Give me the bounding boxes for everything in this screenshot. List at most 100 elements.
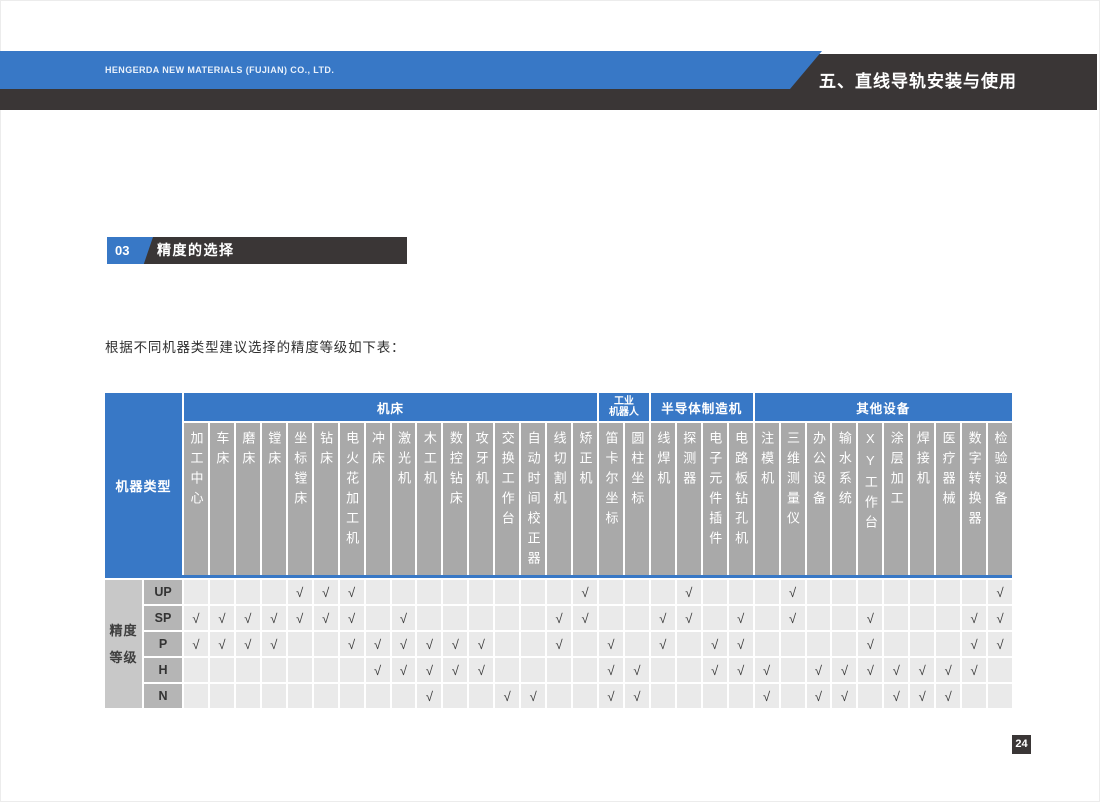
empty-cell [858, 684, 882, 708]
empty-cell [962, 684, 986, 708]
check-cell: √ [288, 606, 312, 630]
check-cell: √ [184, 632, 208, 656]
empty-cell [651, 580, 675, 604]
empty-cell [443, 684, 467, 708]
section-title: 精度的选择 [157, 237, 407, 264]
empty-cell [651, 658, 675, 682]
empty-cell [262, 684, 286, 708]
column-header: 数字转换器 [962, 423, 986, 578]
check-cell: √ [832, 658, 856, 682]
column-header: 探测器 [677, 423, 701, 578]
empty-cell [755, 606, 779, 630]
empty-cell [884, 580, 908, 604]
check-cell: √ [210, 632, 234, 656]
empty-cell [366, 580, 390, 604]
empty-cell [651, 684, 675, 708]
column-header: 输水系统 [832, 423, 856, 578]
empty-cell [210, 684, 234, 708]
check-cell: √ [392, 658, 416, 682]
row-label: H [144, 658, 182, 682]
column-header-text: 医疗器械 [942, 431, 955, 511]
column-header-text: 电路板钻孔机 [734, 431, 747, 551]
column-header-text: 交换工作台 [501, 431, 514, 531]
empty-cell [755, 632, 779, 656]
column-header: 办公设备 [807, 423, 831, 578]
column-header-text: 冲床 [371, 431, 384, 471]
empty-cell [340, 658, 364, 682]
table-corner-label: 机器类型 [105, 393, 182, 578]
check-cell: √ [807, 684, 831, 708]
empty-cell [417, 606, 441, 630]
chapter-title: 五、直线导轨安装与使用 [819, 54, 1017, 110]
check-cell: √ [340, 580, 364, 604]
empty-cell [262, 580, 286, 604]
check-cell: √ [469, 632, 493, 656]
row-label: UP [144, 580, 182, 604]
check-cell: √ [469, 658, 493, 682]
empty-cell [936, 632, 960, 656]
check-cell: √ [988, 606, 1012, 630]
check-cell: √ [314, 606, 338, 630]
empty-cell [495, 632, 519, 656]
table-blue-divider [105, 575, 1012, 578]
check-cell: √ [755, 684, 779, 708]
check-cell: √ [858, 632, 882, 656]
column-header: 三维测量仪 [781, 423, 805, 578]
empty-cell [392, 580, 416, 604]
check-cell: √ [417, 684, 441, 708]
empty-cell [781, 632, 805, 656]
empty-cell [936, 606, 960, 630]
empty-cell [703, 684, 727, 708]
check-cell: √ [781, 606, 805, 630]
check-cell: √ [340, 606, 364, 630]
check-cell: √ [625, 684, 649, 708]
empty-cell [781, 684, 805, 708]
empty-cell [599, 606, 623, 630]
column-header: 电火花加工机 [340, 423, 364, 578]
check-cell: √ [651, 606, 675, 630]
column-header-text: 钻床 [319, 431, 332, 471]
group-header: 半导体制造机 [651, 393, 753, 421]
empty-cell [988, 658, 1012, 682]
check-cell: √ [677, 580, 701, 604]
check-cell: √ [547, 606, 571, 630]
column-header-text: 自动时间校正器 [527, 431, 540, 571]
check-cell: √ [858, 658, 882, 682]
empty-cell [910, 580, 934, 604]
row-label: SP [144, 606, 182, 630]
check-cell: √ [729, 658, 753, 682]
check-cell: √ [340, 632, 364, 656]
column-header-text: 加工中心 [189, 431, 202, 511]
column-header-text: 检验设备 [994, 431, 1007, 511]
empty-cell [884, 632, 908, 656]
section-number-badge: 03 [107, 237, 153, 264]
empty-cell [573, 658, 597, 682]
check-cell: √ [677, 606, 701, 630]
column-header-text: 线焊机 [656, 431, 669, 491]
empty-cell [910, 632, 934, 656]
empty-cell [314, 658, 338, 682]
empty-cell [807, 632, 831, 656]
column-header: 攻牙机 [469, 423, 493, 578]
empty-cell [366, 684, 390, 708]
empty-cell [625, 580, 649, 604]
empty-cell [443, 580, 467, 604]
check-cell: √ [703, 658, 727, 682]
empty-cell [262, 658, 286, 682]
check-cell: √ [962, 658, 986, 682]
check-cell: √ [988, 632, 1012, 656]
column-header-text: 电子元件插件 [708, 431, 721, 551]
empty-cell [703, 580, 727, 604]
check-cell: √ [599, 658, 623, 682]
column-header-text: 矫正机 [579, 431, 592, 491]
column-header-text: 坐标镗床 [293, 431, 306, 511]
empty-cell [781, 658, 805, 682]
check-cell: √ [443, 658, 467, 682]
empty-cell [547, 658, 571, 682]
empty-cell [288, 684, 312, 708]
intro-text: 根据不同机器类型建议选择的精度等级如下表： [105, 336, 405, 356]
empty-cell [910, 606, 934, 630]
column-header-text: 笛卡尔坐标 [604, 431, 617, 531]
empty-cell [288, 632, 312, 656]
column-header-text: 磨床 [241, 431, 254, 471]
